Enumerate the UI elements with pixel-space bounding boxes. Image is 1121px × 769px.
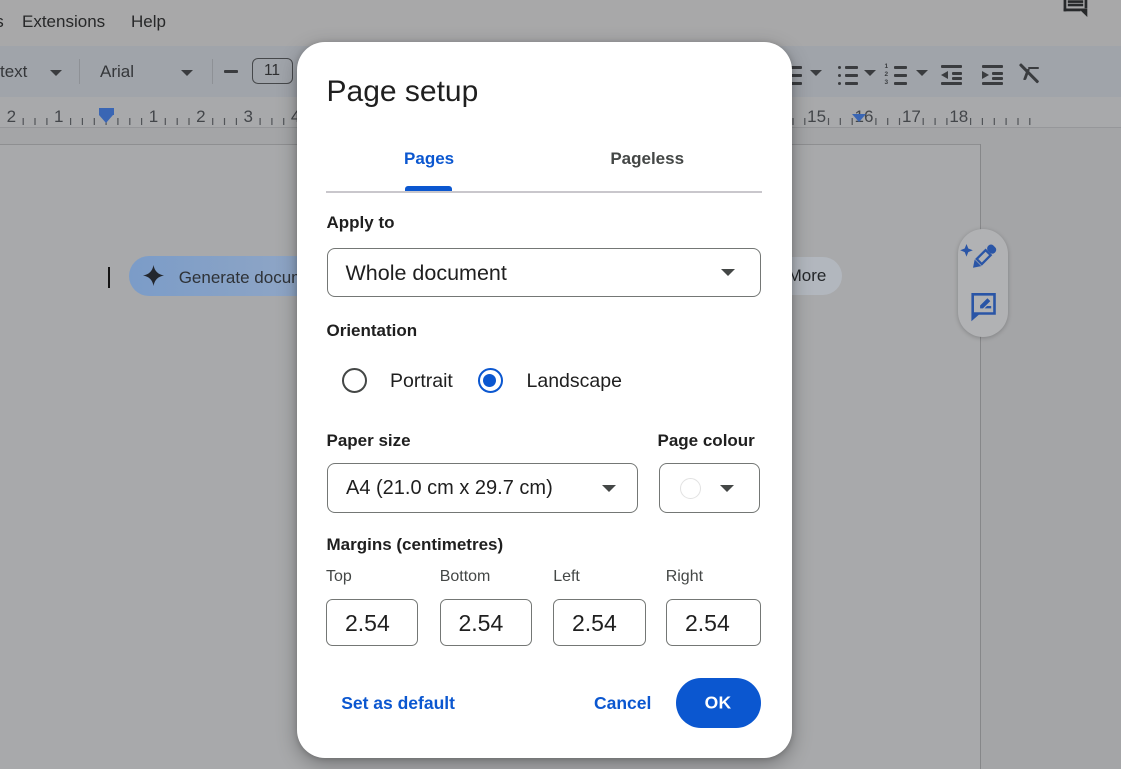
- svg-text:2: 2: [196, 107, 205, 126]
- svg-text:17: 17: [902, 107, 921, 126]
- svg-text:1: 1: [149, 107, 158, 126]
- svg-text:1: 1: [54, 107, 63, 126]
- svg-text:2: 2: [7, 107, 16, 126]
- svg-text:15: 15: [807, 107, 826, 126]
- svg-text:3: 3: [243, 107, 252, 126]
- svg-text:18: 18: [949, 107, 968, 126]
